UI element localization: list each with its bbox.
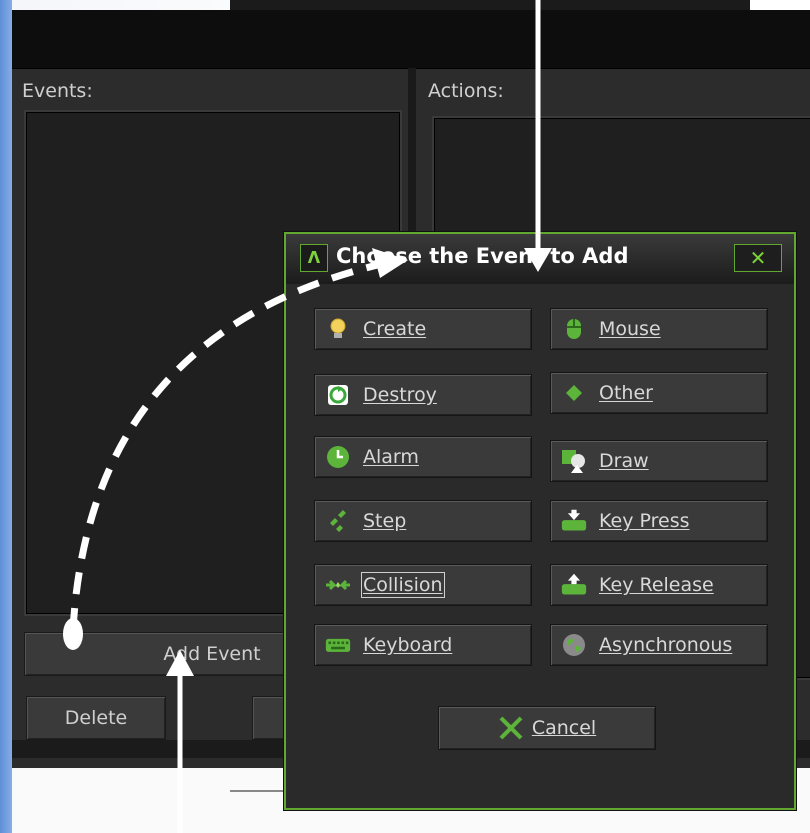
create-label: Create <box>363 318 427 340</box>
keyboard-icon <box>325 632 351 658</box>
destroy-event-button[interactable]: Destroy <box>314 374 532 416</box>
key-release-icon <box>561 572 587 598</box>
choose-event-dialog: ᐱ Choose the Event to Add ✕ Create Destr… <box>284 232 796 810</box>
key-release-event-button[interactable]: Key Release <box>550 564 768 606</box>
collision-event-button[interactable]: Collision <box>314 564 532 606</box>
key-press-icon <box>561 508 587 534</box>
asynchronous-event-button[interactable]: Asynchronous <box>550 624 768 666</box>
diamond-icon <box>561 380 587 406</box>
create-event-button[interactable]: Create <box>314 308 532 350</box>
step-label: Step <box>363 510 407 532</box>
alarm-label: Alarm <box>363 446 419 468</box>
globe-icon <box>561 632 587 658</box>
other-event-button[interactable]: Other <box>550 372 768 414</box>
collision-label: Collision <box>361 572 445 598</box>
recycle-icon <box>325 382 351 408</box>
step-icon <box>325 508 351 534</box>
step-event-button[interactable]: Step <box>314 500 532 542</box>
actions-label: Actions: <box>428 80 504 102</box>
mouse-icon <box>561 316 587 342</box>
key-release-label: Key Release <box>599 574 714 596</box>
add-event-label: Add Event <box>163 643 261 665</box>
key-press-label: Key Press <box>599 510 690 532</box>
key-press-event-button[interactable]: Key Press <box>550 500 768 542</box>
dialog-titlebar: ᐱ Choose the Event to Add ✕ <box>286 234 794 284</box>
background-line <box>230 790 290 792</box>
window-titlebar <box>12 10 810 69</box>
destroy-label: Destroy <box>363 384 437 406</box>
close-icon[interactable]: ✕ <box>734 244 782 272</box>
clock-icon <box>325 444 351 470</box>
keyboard-event-button[interactable]: Keyboard <box>314 624 532 666</box>
collision-icon <box>325 572 351 598</box>
delete-label: Delete <box>64 707 128 729</box>
background-window-strip <box>230 0 750 10</box>
x-icon <box>498 715 524 741</box>
draw-icon <box>561 448 587 474</box>
keyboard-label: Keyboard <box>363 634 453 656</box>
lightbulb-icon <box>325 316 351 342</box>
alarm-event-button[interactable]: Alarm <box>314 436 532 478</box>
delete-button[interactable]: Delete <box>26 696 166 740</box>
mouse-label: Mouse <box>599 318 661 340</box>
asynchronous-label: Asynchronous <box>599 634 733 656</box>
other-label: Other <box>599 382 653 404</box>
cancel-label: Cancel <box>531 717 597 739</box>
mouse-event-button[interactable]: Mouse <box>550 308 768 350</box>
cancel-button[interactable]: Cancel <box>438 706 656 750</box>
events-label: Events: <box>22 80 93 102</box>
draw-label: Draw <box>599 450 649 472</box>
dialog-title: Choose the Event to Add <box>336 244 629 268</box>
draw-event-button[interactable]: Draw <box>550 440 768 482</box>
gamemaker-logo-icon: ᐱ <box>300 244 328 272</box>
